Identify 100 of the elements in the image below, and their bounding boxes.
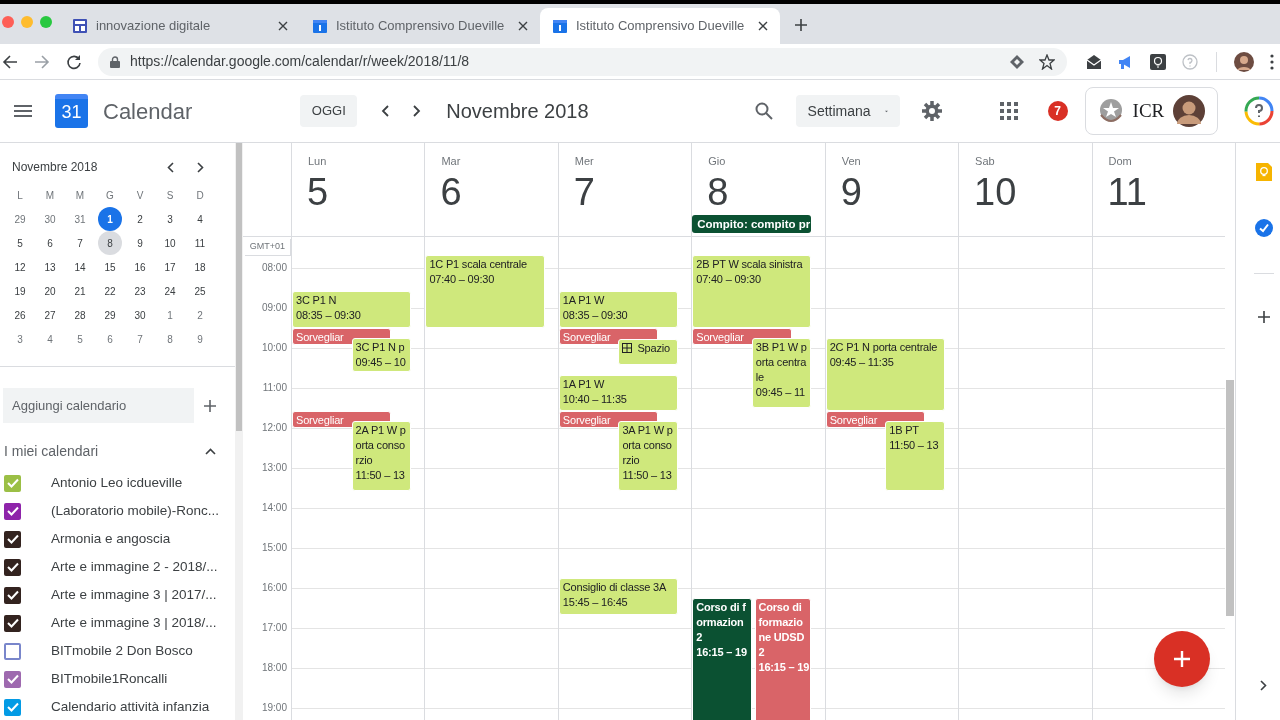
checkbox[interactable] (4, 530, 21, 548)
calendar-event[interactable]: 2B PT W scala sinistra 07:40 – 09:30 (692, 254, 812, 328)
menu-icon[interactable] (14, 105, 32, 117)
help-icon[interactable] (1243, 96, 1274, 126)
calendar-name[interactable]: Arte e immagine 3 | 2017/... (51, 584, 217, 606)
avatar-icon[interactable] (1234, 51, 1254, 72)
calendar-day[interactable]: 4 (38, 327, 62, 351)
calendar-event[interactable]: 1B PT 11:50 – 13 (885, 421, 945, 492)
day-number[interactable]: 8 (707, 170, 729, 214)
more-icon[interactable] (1270, 53, 1274, 70)
close-icon[interactable] (518, 21, 528, 31)
day-number[interactable]: 6 (440, 170, 462, 214)
calendar-day[interactable]: 30 (128, 303, 152, 327)
collapse-icon[interactable] (205, 447, 216, 455)
calendar-day[interactable]: 4 (188, 207, 212, 231)
calendar-day[interactable]: 29 (8, 207, 32, 231)
calendar-day[interactable]: 30 (38, 207, 62, 231)
calendar-day[interactable]: 5 (8, 231, 32, 255)
calendar-day[interactable]: 29 (98, 303, 122, 327)
calendar-event[interactable]: 1A P1 W 08:35 – 09:30 (558, 291, 678, 328)
calendar-day[interactable]: 23 (128, 279, 152, 303)
calendar-day[interactable]: 28 (68, 303, 92, 327)
diamond-icon[interactable] (1009, 53, 1025, 70)
checkbox[interactable] (4, 698, 21, 716)
day-number[interactable]: 9 (840, 170, 862, 214)
calendar-day[interactable]: 21 (68, 279, 92, 303)
back-icon[interactable] (2, 53, 18, 70)
calendar-day[interactable]: 19 (8, 279, 32, 303)
browser-tab[interactable]: Istituto Comprensivo Dueville (300, 8, 540, 44)
calendar-event[interactable]: Corso di formazione UDSD 2 16:15 – 19 (754, 598, 812, 720)
calendar-name[interactable]: Arte e immagine 2 - 2018/... (51, 556, 218, 578)
megaphone-icon[interactable] (1117, 53, 1133, 70)
calendar-day[interactable]: 7 (128, 327, 152, 351)
calendar-day[interactable]: 26 (8, 303, 32, 327)
add-icon[interactable] (204, 399, 216, 412)
calendar-name[interactable]: Calendario attività infanzia (51, 696, 210, 718)
previous-icon[interactable] (167, 161, 174, 173)
calendar-day[interactable]: 2 (128, 207, 152, 231)
calendar-day[interactable]: 11 (188, 231, 212, 255)
calendar-day[interactable]: 16 (128, 255, 152, 279)
view-dropdown[interactable]: Settimana (795, 95, 900, 127)
notification-badge[interactable]: 7 (1047, 101, 1068, 121)
calendar-day[interactable]: 27 (38, 303, 62, 327)
calendar-day[interactable]: 20 (38, 279, 62, 303)
calendar-name[interactable]: Armonia e angoscia (51, 528, 171, 550)
calendar-day[interactable]: 5 (68, 327, 92, 351)
calendar-day[interactable]: 12 (8, 255, 32, 279)
day-number[interactable]: 5 (307, 170, 329, 214)
calendar-day[interactable]: 3 (8, 327, 32, 351)
reload-icon[interactable] (66, 53, 82, 70)
calendar-day[interactable]: 13 (38, 255, 62, 279)
calendar-day[interactable]: 8 (98, 231, 122, 255)
bulb-icon[interactable] (1150, 53, 1166, 70)
scrollbar-thumb[interactable] (236, 143, 242, 431)
calendar-event[interactable]: Spazio (618, 339, 678, 365)
tasks-icon[interactable] (1255, 219, 1273, 237)
calendar-day[interactable]: 8 (158, 327, 182, 351)
calendar-day[interactable]: 6 (38, 231, 62, 255)
new-tab-icon[interactable] (794, 18, 808, 32)
previous-icon[interactable] (381, 105, 390, 117)
add-icon[interactable] (1258, 311, 1270, 323)
calendar-name[interactable]: Antonio Leo icdueville (51, 472, 183, 494)
checkbox[interactable] (4, 502, 21, 520)
checkbox[interactable] (4, 558, 21, 576)
close-icon[interactable] (278, 21, 288, 31)
calendar-event[interactable]: 2A P1 W porta consorzio 11:50 – 13 (351, 421, 412, 492)
address-bar[interactable]: https://calendar.google.com/calendar/r/week/2018/11/8 (98, 47, 1067, 76)
calendar-day[interactable]: 24 (158, 279, 182, 303)
close-icon[interactable] (758, 21, 768, 31)
envelope-icon[interactable] (1086, 53, 1102, 70)
account-switcher[interactable]: ICR (1084, 87, 1218, 135)
calendar-event[interactable]: Corso di formazion 2 16:15 – 19 (692, 598, 752, 720)
calendar-day[interactable]: 31 (68, 207, 92, 231)
day-number[interactable]: 7 (573, 170, 595, 214)
calendar-day[interactable]: 9 (128, 231, 152, 255)
all-day-event[interactable]: Compito: compito pri (692, 215, 812, 233)
browser-tab[interactable]: Istituto Comprensivo Dueville (540, 8, 780, 44)
calendar-day[interactable]: 10 (158, 231, 182, 255)
add-calendar-field[interactable]: Aggiungi calendario (3, 388, 194, 423)
apps-grid-icon[interactable] (999, 102, 1018, 120)
calendar-event[interactable]: 3C P1 N p 09:45 – 10 (351, 338, 412, 372)
calendar-event[interactable]: Consiglio di classe 3A 15:45 – 16:45 (558, 578, 678, 615)
scrollbar-thumb[interactable] (1226, 380, 1234, 616)
calendar-event[interactable]: 2C P1 N porta centrale 09:45 – 11:35 (825, 338, 945, 412)
calendar-day[interactable]: 17 (158, 255, 182, 279)
create-button[interactable] (1154, 631, 1210, 687)
calendar-name[interactable]: (Laboratorio mobile)-Ronc... (51, 500, 220, 522)
calendar-day[interactable]: 6 (98, 327, 122, 351)
settings-icon[interactable] (921, 101, 942, 121)
checkbox[interactable] (4, 586, 21, 604)
calendar-name[interactable]: BITmobile 2 Don Bosco (51, 640, 193, 662)
calendar-day[interactable]: 25 (188, 279, 212, 303)
checkbox[interactable] (4, 642, 21, 660)
calendar-day[interactable]: 2 (188, 303, 212, 327)
calendar-day[interactable]: 15 (98, 255, 122, 279)
calendar-event[interactable]: Sorvegliar (558, 328, 659, 345)
calendar-event[interactable]: 3B P1 W porta centrale 09:45 – 11 (751, 338, 812, 408)
day-number[interactable]: 11 (1107, 170, 1147, 214)
next-icon[interactable] (197, 161, 204, 173)
calendar-day[interactable]: 3 (158, 207, 182, 231)
